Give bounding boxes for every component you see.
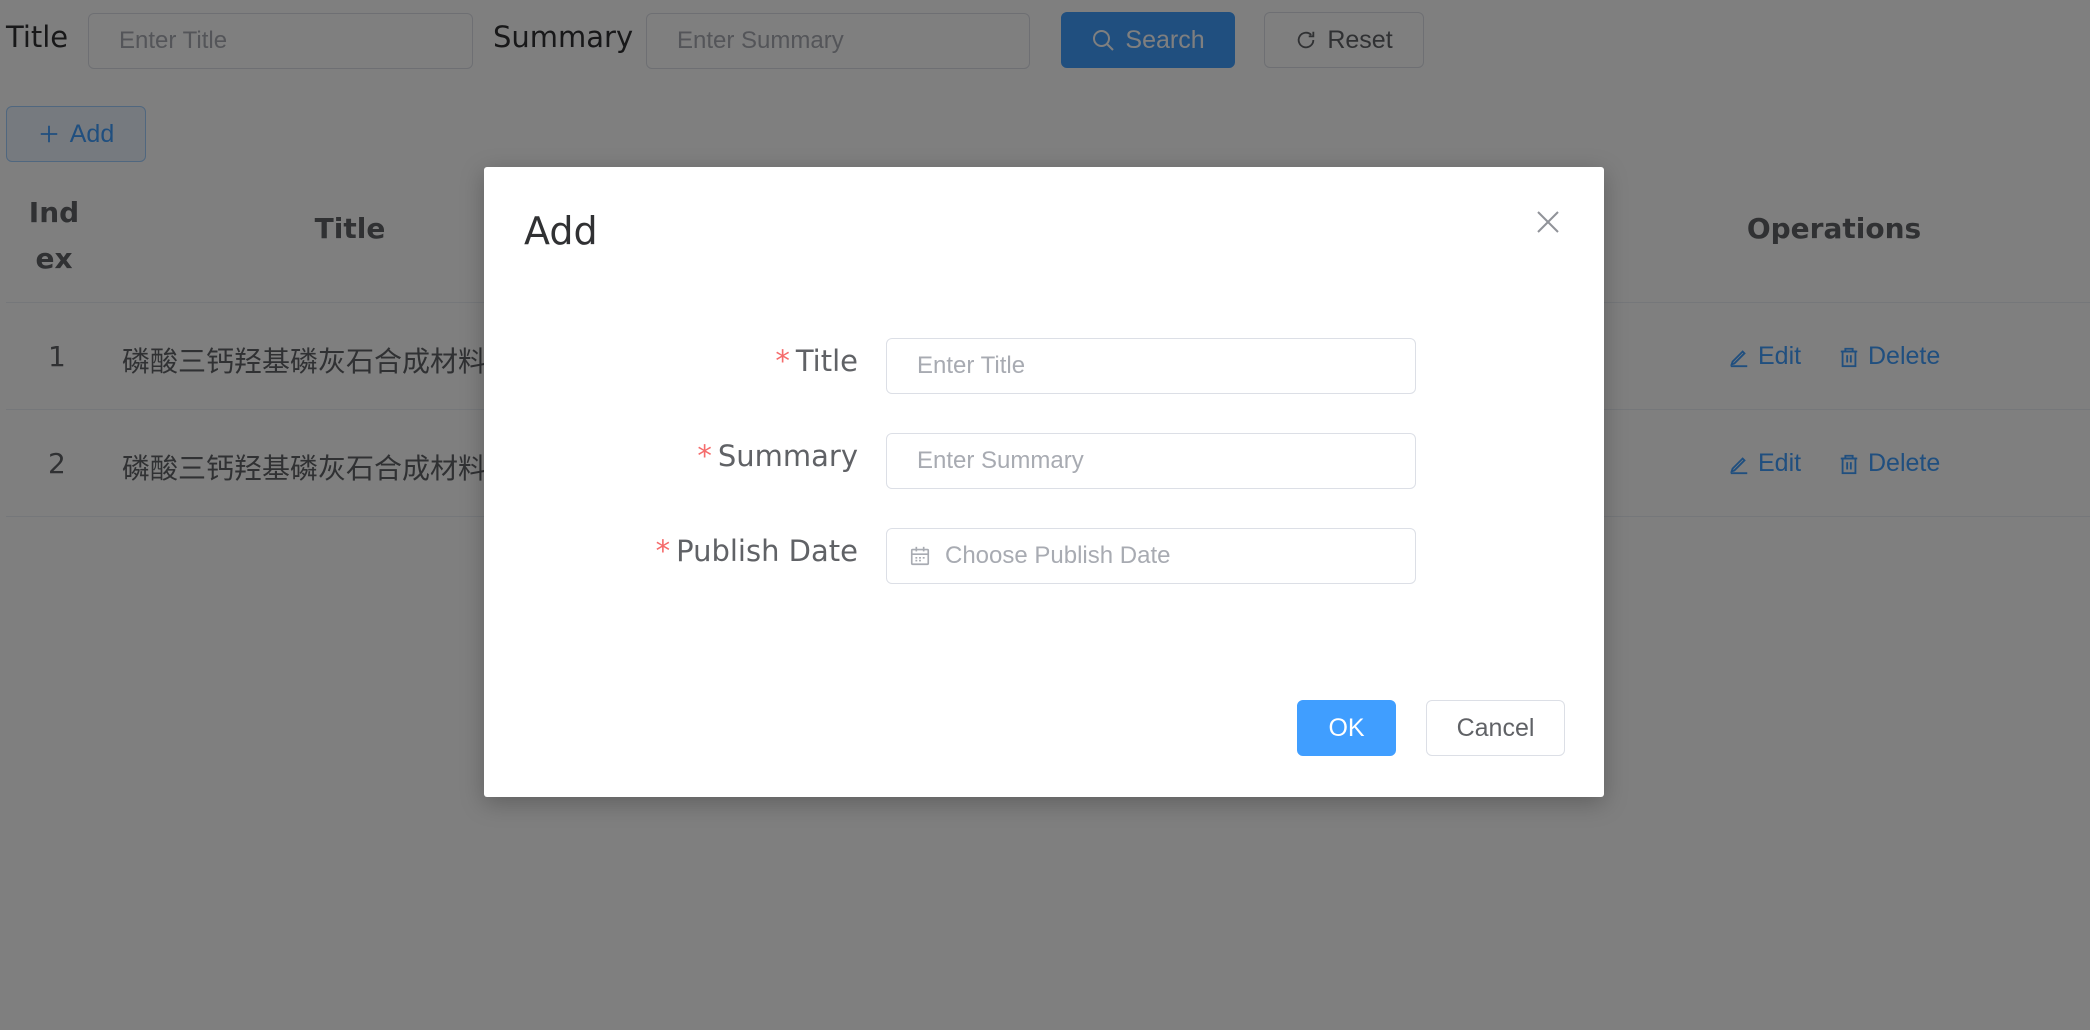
summary-field-label: * Summary [697,439,858,473]
publish-date-label-text: Publish Date [676,534,858,568]
summary-label-text: Summary [717,439,858,473]
summary-field[interactable] [886,433,1416,489]
ok-button[interactable]: OK [1297,700,1396,756]
required-mark: * [775,344,790,378]
publish-date-picker[interactable] [886,528,1416,584]
title-field[interactable] [886,338,1416,394]
publish-date-field-label: * Publish Date [656,534,858,568]
required-mark: * [697,439,712,473]
publish-date-input[interactable] [945,542,1385,570]
title-field-label: * Title [775,344,858,378]
close-button[interactable] [1533,207,1563,237]
ok-button-label: OK [1328,713,1365,742]
calendar-icon [910,546,930,566]
close-icon [1537,211,1559,233]
dialog-title: Add [524,209,598,253]
title-label-text: Title [795,344,858,378]
cancel-button[interactable]: Cancel [1426,700,1565,756]
required-mark: * [655,534,671,568]
add-dialog: Add *Title *Summary *Publish Date OK Can… [484,167,1604,797]
cancel-button-label: Cancel [1456,713,1535,742]
